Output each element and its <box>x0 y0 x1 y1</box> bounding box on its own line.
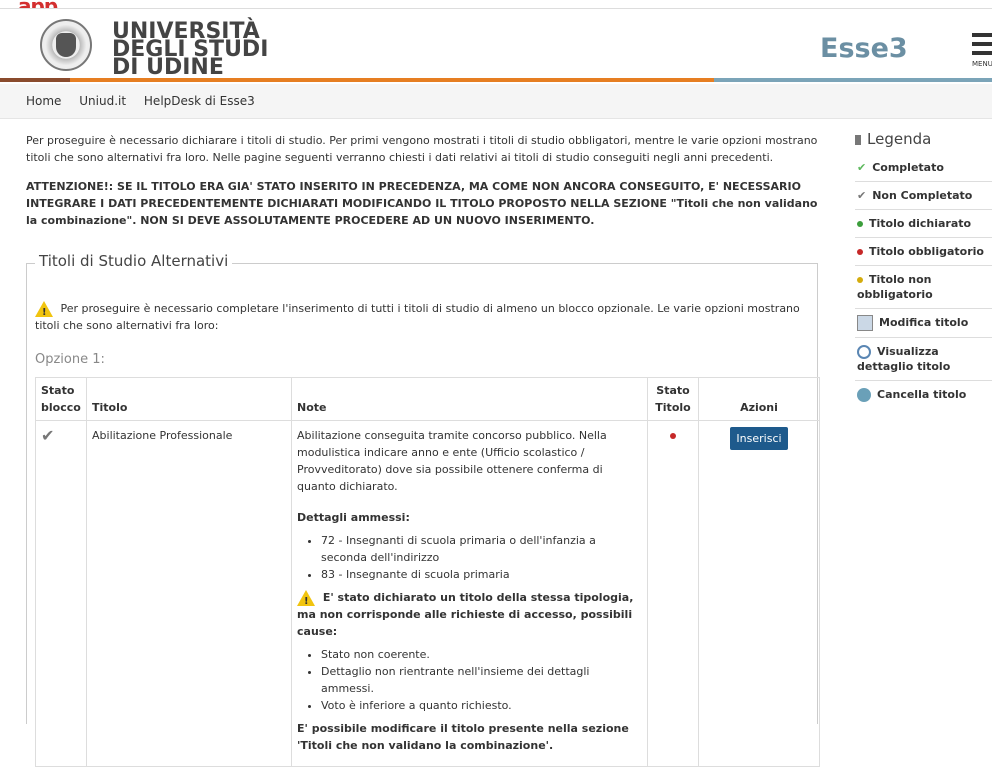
legend-item-completato: ✔ Completato <box>855 154 992 182</box>
trash-icon <box>857 388 871 402</box>
check-grey-icon: ✔ <box>857 189 867 202</box>
university-seal-icon[interactable] <box>40 19 92 71</box>
legend-item-modifica: Modifica titolo <box>855 309 992 338</box>
header-stripe-left <box>0 78 70 82</box>
col-note: Note <box>291 377 648 421</box>
intro-text: Per proseguire è necessario dichiarare i… <box>26 134 818 164</box>
legend-item-titolo-dichiarato: Titolo dichiarato <box>855 210 992 238</box>
app-name[interactable]: Esse3 <box>820 33 908 64</box>
title-status-cell <box>647 420 699 767</box>
dot-red-icon <box>857 249 863 255</box>
legend-panel: Legenda ✔ Completato ✔ Non Completato Tito… <box>855 130 992 408</box>
note-main: Abilitazione conseguita tramite concorso… <box>297 429 607 493</box>
status-dot-red-icon <box>670 433 676 439</box>
section-title: Titoli di Studio Alternativi <box>35 253 233 270</box>
nav-uniud[interactable]: Uniud.it <box>79 94 126 108</box>
option-label: Opzione 1: <box>35 352 105 367</box>
inserisci-button[interactable]: Inserisci <box>730 427 788 450</box>
section-note: Per proseguire è necessario completare l… <box>35 300 805 334</box>
col-azioni: Azioni <box>698 377 820 421</box>
pin-icon <box>855 134 861 145</box>
alternative-titles-section: Titoli di Studio Alternativi Per prosegu… <box>26 253 820 767</box>
header-stripe <box>0 78 992 82</box>
note-cell: Abilitazione conseguita tramite concorso… <box>291 420 648 767</box>
check-green-icon: ✔ <box>857 161 867 174</box>
nav-home[interactable]: Home <box>26 94 61 108</box>
legend-label: Cancella titolo <box>877 388 967 401</box>
warning-icon <box>297 590 315 610</box>
warning-block: E' stato dichiarato un titolo della stes… <box>297 589 642 640</box>
list-item: 83 - Insegnante di scuola primaria <box>321 566 642 583</box>
nav-helpdesk[interactable]: HelpDesk di Esse3 <box>144 94 255 108</box>
attention-text: ATTENZIONE!: SE IL TITOLO ERA GIA' STATO… <box>26 180 818 227</box>
legend-item-titolo-non-obbligatorio: Titolo non obbligatorio <box>855 266 992 309</box>
table-header-row: Stato blocco Titolo Note Stato Titolo Az… <box>35 377 820 421</box>
magnifier-icon <box>857 345 871 359</box>
warning-icon <box>35 301 53 321</box>
list-item: Stato non coerente. <box>321 646 642 663</box>
titolo-cell: Abilitazione Professionale <box>86 420 292 767</box>
header: UNIVERSITÀ DEGLI STUDI DI UDINE Esse3 ME… <box>0 8 992 81</box>
block-status-cell: ✔ <box>35 420 87 767</box>
list-item: Voto è inferiore a quanto richiesto. <box>321 697 642 714</box>
legend-item-titolo-obbligatorio: Titolo obbligatorio <box>855 238 992 266</box>
section-note-text: Per proseguire è necessario completare l… <box>35 302 800 332</box>
menu-bar-icon <box>972 51 992 55</box>
breadcrumb-nav: Home Uniud.it HelpDesk di Esse3 <box>0 84 992 119</box>
menu-bar-icon <box>972 42 992 46</box>
col-stato-blocco: Stato blocco <box>35 377 87 421</box>
legend-label: Visualizza dettaglio titolo <box>857 345 951 373</box>
warning-title: E' stato dichiarato un titolo della stes… <box>297 591 634 638</box>
list-item: 72 - Insegnanti di scuola primaria o del… <box>321 532 642 566</box>
causes-list: Stato non coerente. Dettaglio non rientr… <box>297 646 642 714</box>
dettagli-list: 72 - Insegnanti di scuola primaria o del… <box>297 532 642 583</box>
legend-header: Legenda <box>855 130 992 148</box>
legend-label: Titolo obbligatorio <box>869 245 984 258</box>
legend-item-visualizza: Visualizza dettaglio titolo <box>855 338 992 381</box>
legend-label: Titolo non obbligatorio <box>857 273 933 301</box>
legend-label: Completato <box>872 161 944 174</box>
legend-item-cancella: Cancella titolo <box>855 381 992 408</box>
titles-table: Stato blocco Titolo Note Stato Titolo Az… <box>35 377 820 767</box>
legend-item-non-completato: ✔ Non Completato <box>855 182 992 210</box>
col-stato-titolo: Stato Titolo <box>647 377 699 421</box>
menu-button[interactable]: MENU <box>972 33 992 68</box>
table-row: ✔ Abilitazione Professionale Abilitazion… <box>35 420 820 767</box>
final-note: E' possibile modificare il titolo presen… <box>297 722 629 752</box>
dot-yellow-icon <box>857 277 863 283</box>
menu-label: MENU <box>972 60 992 68</box>
edit-icon <box>857 315 873 331</box>
legend-title: Legenda <box>867 130 932 148</box>
main-content: Per proseguire è necessario dichiarare i… <box>26 132 826 767</box>
legend-label: Non Completato <box>872 189 973 202</box>
dettagli-title: Dettagli ammessi: <box>297 511 410 524</box>
legend-label: Modifica titolo <box>879 316 969 329</box>
checkmark-icon: ✔ <box>41 426 55 445</box>
university-name[interactable]: UNIVERSITÀ DEGLI STUDI DI UDINE <box>112 21 268 79</box>
menu-bar-icon <box>972 33 992 37</box>
actions-cell: Inserisci <box>698 420 820 767</box>
legend-label: Titolo dichiarato <box>869 217 972 230</box>
dot-green-icon <box>857 221 863 227</box>
list-item: Dettaglio non rientrante nell'insieme de… <box>321 663 642 697</box>
col-titolo: Titolo <box>86 377 292 421</box>
